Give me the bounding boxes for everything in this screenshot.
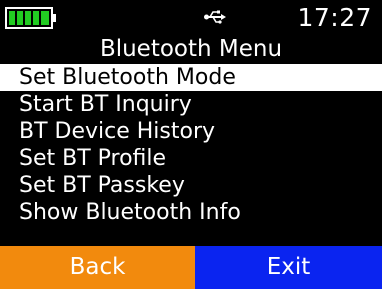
exit-button[interactable]: Exit [195,246,382,289]
menu-item-set-bluetooth-mode[interactable]: Set Bluetooth Mode [0,64,382,91]
battery-full-icon [5,7,56,29]
menu-list: Set Bluetooth Mode Start BT Inquiry BT D… [0,64,382,226]
back-button[interactable]: Back [0,246,195,289]
usb-icon [204,10,226,24]
menu-item-show-bluetooth-info[interactable]: Show Bluetooth Info [0,199,382,226]
menu-item-start-bt-inquiry[interactable]: Start BT Inquiry [0,91,382,118]
clock: 17:27 [297,3,372,32]
soft-key-bar: Back Exit [0,246,382,289]
menu-item-set-bt-profile[interactable]: Set BT Profile [0,145,382,172]
menu-title: Bluetooth Menu [99,36,283,62]
status-bar: 17:27 [0,0,382,34]
menu-item-bt-device-history[interactable]: BT Device History [0,118,382,145]
menu-item-set-bt-passkey[interactable]: Set BT Passkey [0,172,382,199]
